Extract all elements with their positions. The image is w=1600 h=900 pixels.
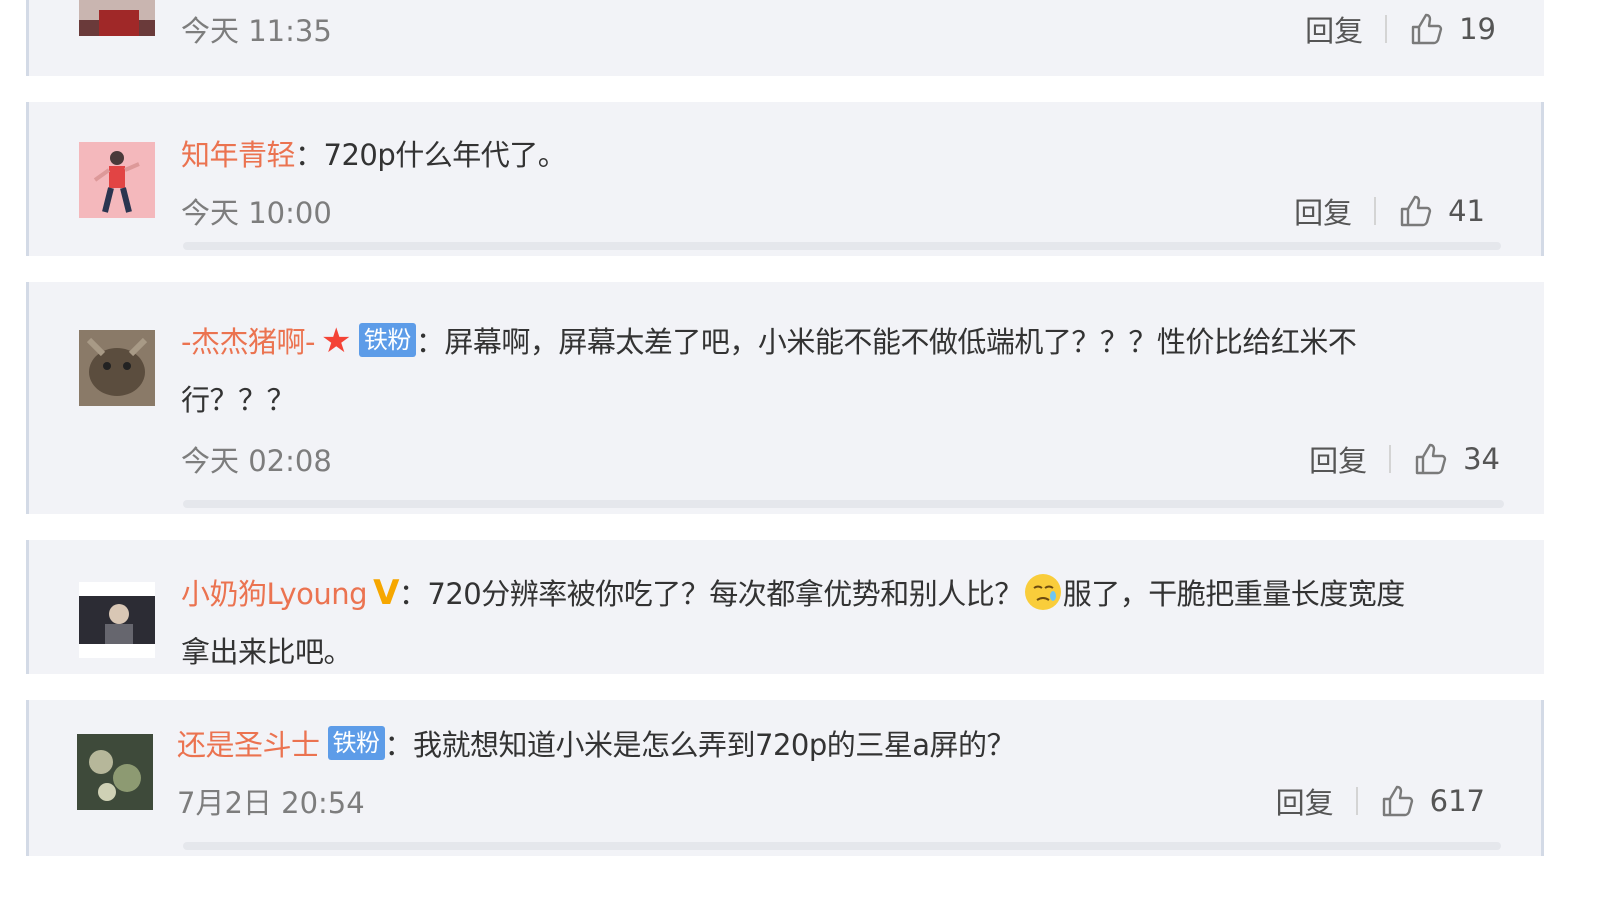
comment-text-block: 还是圣斗士 铁粉 ：我就想知道小米是怎么弄到720p的三星a屏的？ [177, 716, 1481, 774]
comment-text-block: 小奶狗Lyoung V：720分辨率被你吃了？每次都拿优势和别人比？ 服了，干脆把重… [181, 564, 1484, 681]
comment-actions: 回复 617 [1276, 780, 1485, 822]
comment-text-block: -杰杰猪啊- ★ 铁粉 ：屏幕啊，屏幕太差了吧，小米能不能不做低端机了？？？性价比给红… [181, 312, 1484, 429]
comment-card: 知年青轻：720p什么年代了。 今天 10:00 回复 41 [26, 102, 1544, 256]
fan-badge[interactable]: 铁粉 [358, 323, 416, 357]
fan-badge[interactable]: 铁粉 [327, 726, 385, 760]
star-icon: ★ [320, 321, 351, 361]
avatar[interactable] [79, 582, 155, 658]
comment-time: 今天 02:08 [181, 444, 332, 478]
comment-text-continued: 拿出来比吧。 [181, 635, 353, 669]
comment-card: 还是圣斗士 铁粉 ：我就想知道小米是怎么弄到720p的三星a屏的？ 7月2日 20:… [26, 700, 1544, 856]
comment-text-block: 知年青轻：720p什么年代了。 [181, 126, 1481, 184]
comment-time: 7月2日 20:54 [177, 786, 365, 820]
comment-card: 今天 11:35 回复 19 [26, 0, 1544, 76]
action-separator [1374, 197, 1377, 225]
action-separator [1385, 15, 1388, 43]
reply-button[interactable]: 回复 [1276, 780, 1334, 822]
comment-card: 小奶狗Lyoung V：720分辨率被你吃了？每次都拿优势和别人比？ 服了，干脆把重… [26, 540, 1544, 674]
comment-divider [183, 842, 1501, 850]
username-link[interactable]: 小奶狗Lyoung [181, 577, 368, 611]
thumbs-up-icon[interactable] [1398, 193, 1434, 229]
comment-text-continued: 行？？？ [181, 383, 296, 417]
username-link[interactable]: 知年青轻 [181, 138, 296, 172]
like-count: 34 [1463, 442, 1500, 476]
comment-text: ：我就想知道小米是怎么弄到720p的三星a屏的？ [384, 728, 1016, 762]
comment-time: 今天 11:35 [181, 14, 332, 48]
reply-button[interactable]: 回复 [1309, 438, 1367, 480]
thumbs-up-icon[interactable] [1413, 441, 1449, 477]
reply-button[interactable]: 回复 [1305, 8, 1363, 50]
comment-actions: 回复 34 [1309, 438, 1500, 480]
comment-text: ：720分辨率被你吃了？每次都拿优势和别人比？ [398, 577, 1023, 611]
like-count: 19 [1459, 12, 1496, 46]
comment-divider [183, 500, 1504, 508]
action-separator [1389, 445, 1392, 473]
avatar[interactable] [77, 734, 153, 810]
comment-text-after-emoji: 服了，干脆把重量长度宽度 [1062, 577, 1406, 611]
verified-v-icon: V [373, 573, 399, 613]
comment-text: ：720p什么年代了。 [295, 138, 567, 172]
like-count: 41 [1448, 194, 1485, 228]
comment-divider [183, 242, 1501, 250]
reply-button[interactable]: 回复 [1294, 190, 1352, 232]
like-count: 617 [1429, 784, 1485, 818]
comment-actions: 回复 19 [1305, 8, 1496, 50]
avatar[interactable] [79, 142, 155, 218]
crying-emoji-icon [1024, 574, 1061, 610]
username-link[interactable]: -杰杰猪啊- [181, 325, 315, 359]
thumbs-up-icon[interactable] [1409, 11, 1445, 47]
comment-card: -杰杰猪啊- ★ 铁粉 ：屏幕啊，屏幕太差了吧，小米能不能不做低端机了？？？性价比给红… [26, 282, 1544, 514]
comment-actions: 回复 41 [1294, 190, 1485, 232]
comment-time: 今天 10:00 [181, 196, 332, 230]
comment-text: ：屏幕啊，屏幕太差了吧，小米能不能不做低端机了？？？性价比给红米不 [415, 325, 1357, 359]
avatar[interactable] [79, 330, 155, 406]
username-link[interactable]: 还是圣斗士 [177, 728, 320, 762]
thumbs-up-icon[interactable] [1380, 783, 1416, 819]
action-separator [1355, 787, 1358, 815]
avatar[interactable] [79, 0, 155, 36]
